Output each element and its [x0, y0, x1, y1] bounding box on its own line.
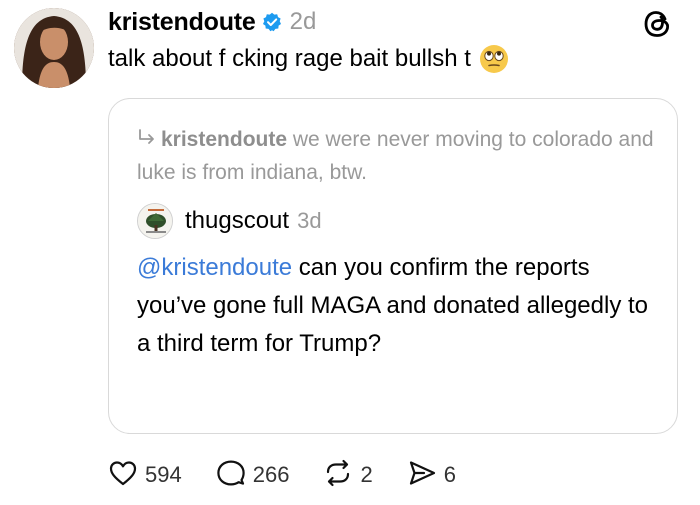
like-count: 594: [145, 462, 182, 487]
quoted-post-header: thugscout 3d: [137, 203, 322, 239]
quoted-author-username[interactable]: thugscout: [185, 207, 289, 235]
action-bar: 594 266 2 6: [108, 458, 490, 492]
reply-arrow-icon: [137, 125, 157, 145]
reply-to-username[interactable]: kristendoute: [161, 128, 287, 151]
reply-context: kristendoute we were never moving to col…: [137, 123, 657, 189]
heart-icon: [108, 458, 138, 493]
comment-icon: [216, 458, 246, 493]
author-avatar[interactable]: [14, 8, 94, 88]
author-username[interactable]: kristendoute: [108, 8, 256, 37]
like-button[interactable]: 594: [108, 458, 182, 493]
eye-roll-emoji-icon: [479, 44, 509, 74]
comment-button[interactable]: 266: [216, 458, 290, 493]
mention-link[interactable]: @kristendoute: [137, 254, 292, 281]
post-header: kristendoute 2d: [108, 4, 316, 40]
quoted-post-card[interactable]: kristendoute we were never moving to col…: [108, 98, 678, 434]
threads-logo-icon[interactable]: [640, 6, 676, 42]
quoted-post-time[interactable]: 3d: [297, 208, 321, 234]
verified-badge-icon: [262, 12, 282, 32]
share-button[interactable]: 6: [407, 458, 456, 493]
repost-icon: [323, 458, 353, 493]
post-body: talk about f cking rage bait bullsh t: [108, 44, 509, 74]
repost-count: 2: [360, 462, 373, 487]
comment-count: 266: [252, 462, 290, 487]
share-icon: [407, 458, 437, 493]
post-text: talk about f cking rage bait bullsh t: [108, 45, 471, 72]
post-time[interactable]: 2d: [290, 8, 317, 36]
quoted-author-avatar[interactable]: [137, 203, 173, 239]
quoted-post-text: @kristendoute can you confirm the report…: [137, 249, 657, 363]
repost-button[interactable]: 2: [323, 458, 373, 493]
share-count: 6: [443, 462, 456, 487]
